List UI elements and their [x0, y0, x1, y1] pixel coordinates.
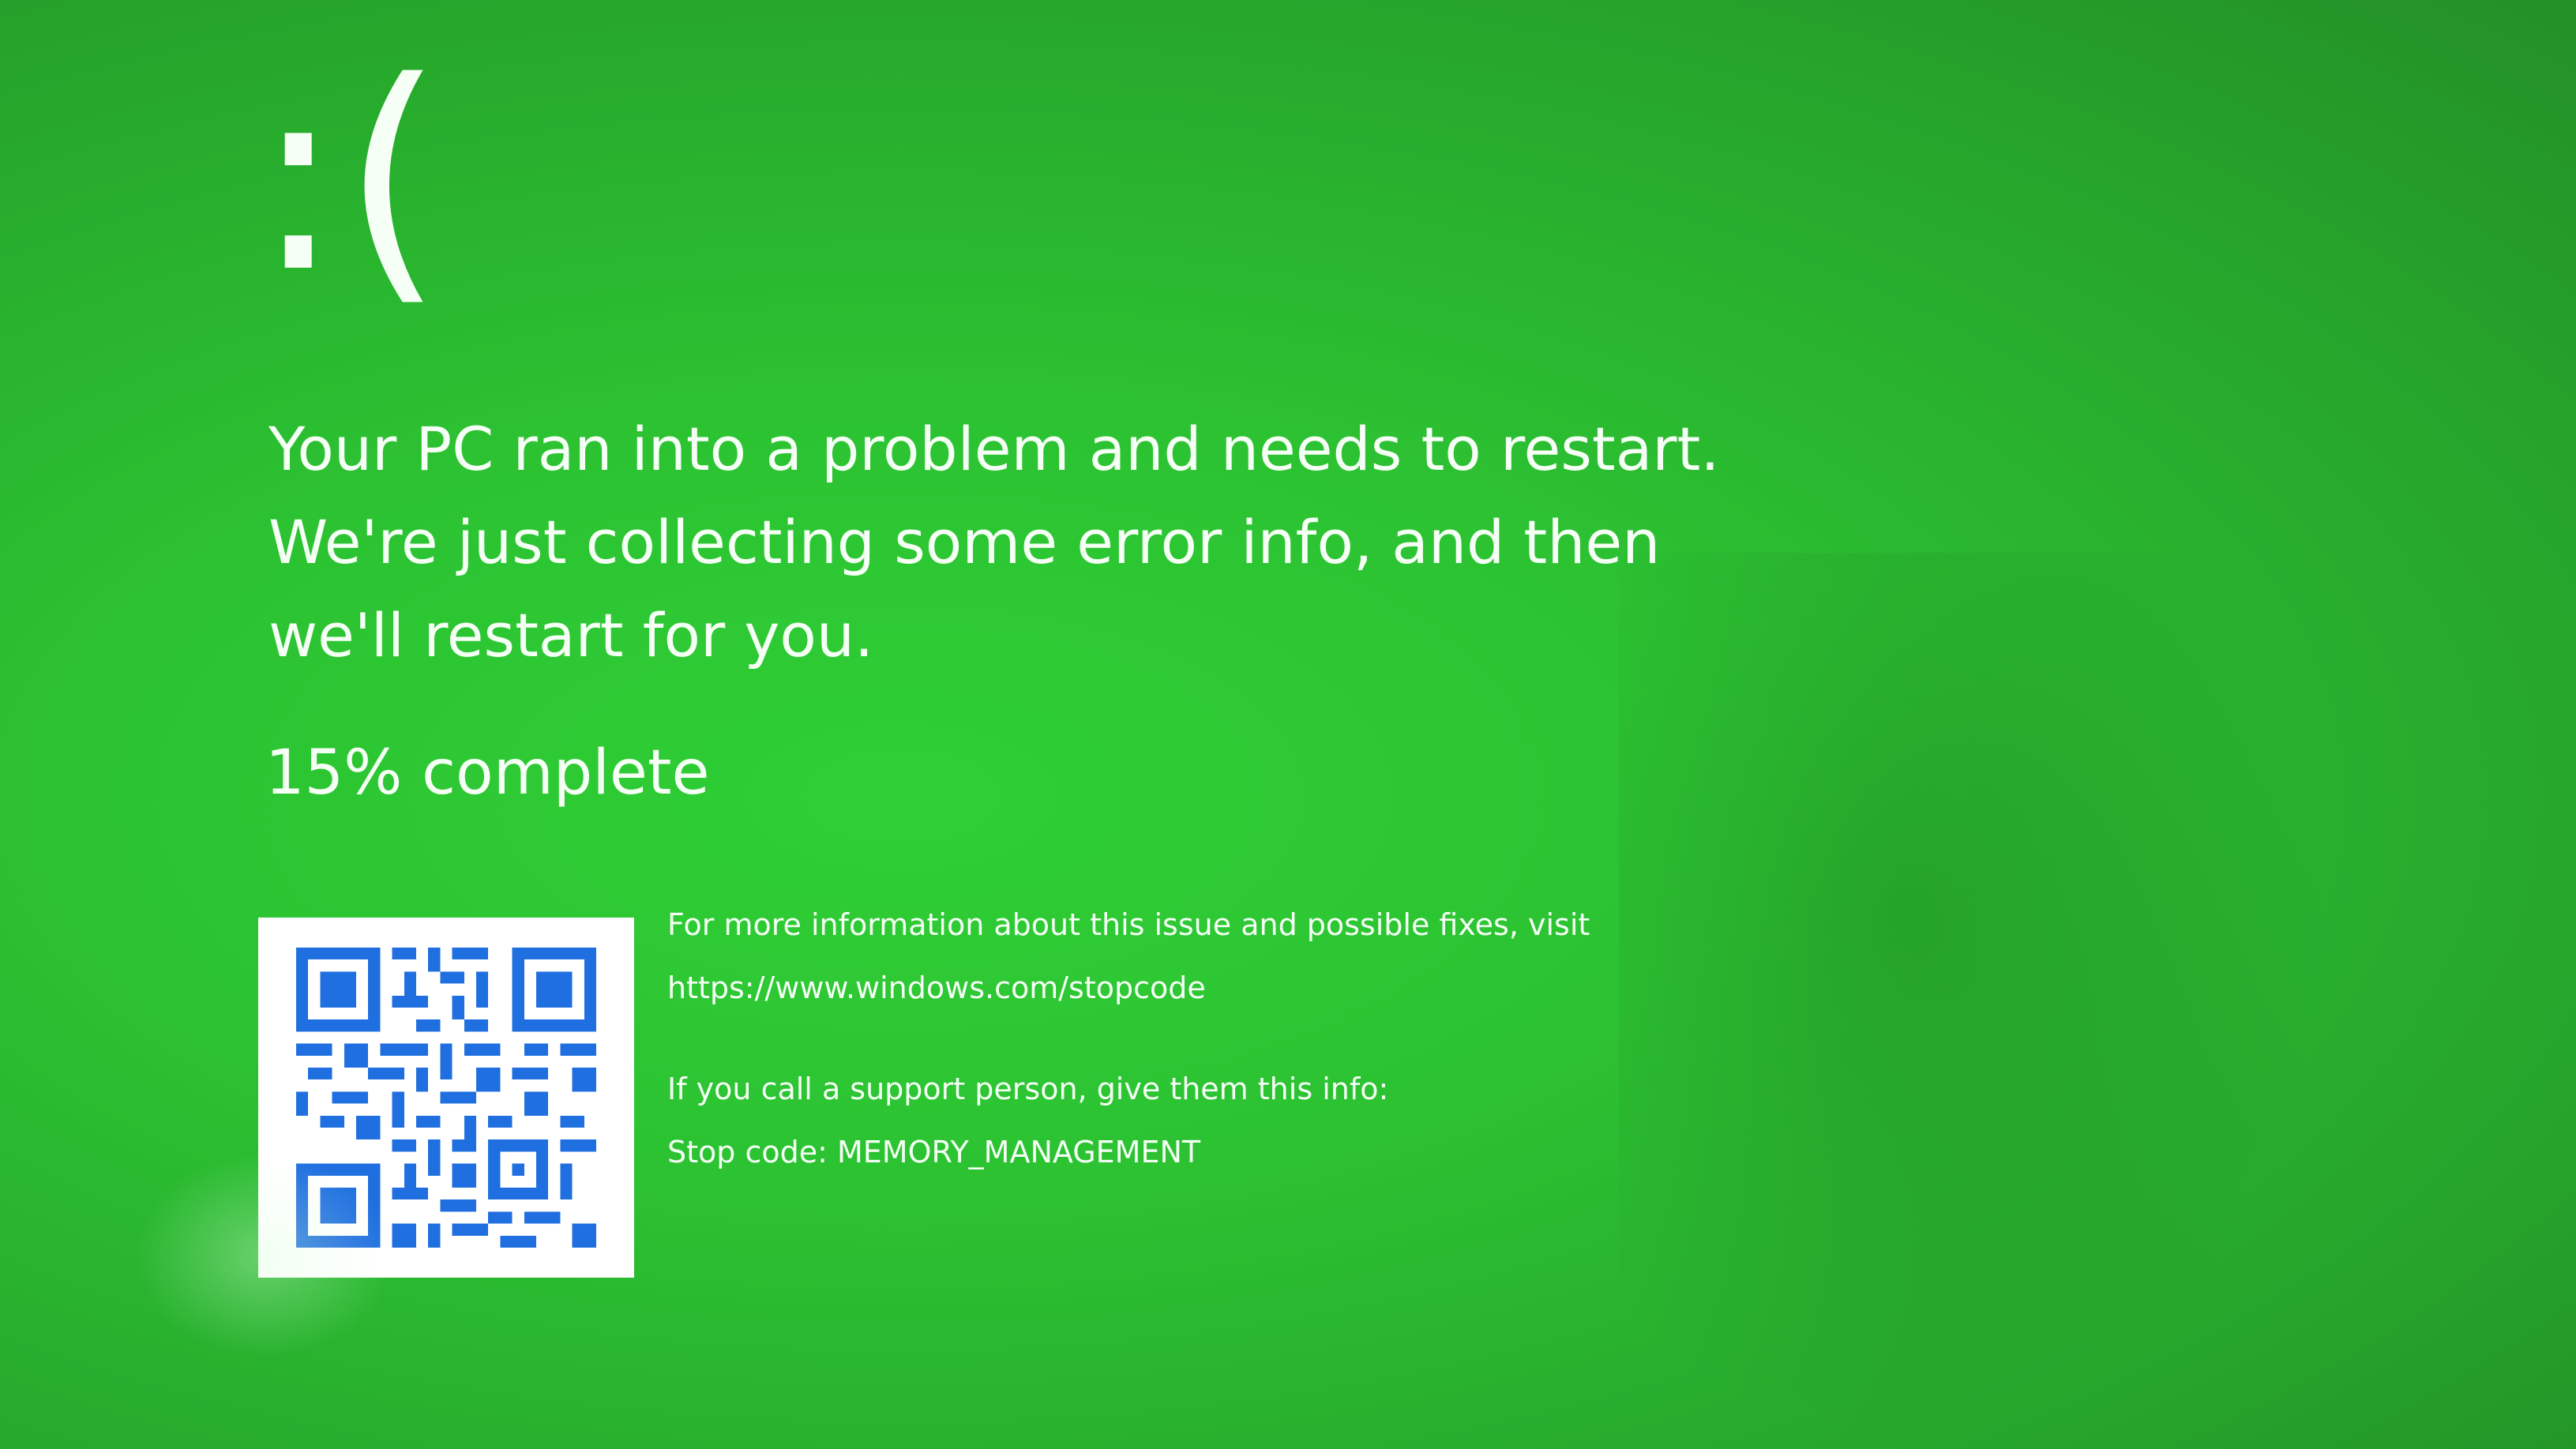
green-screen-of-death: :( Your PC ran into a problem and needs …	[0, 0, 2576, 1449]
stop-code: Stop code: MEMORY_MANAGEMENT	[667, 1135, 1201, 1169]
screen-glare	[134, 1153, 395, 1358]
frown-emoticon: :(	[254, 26, 444, 329]
support-text: If you call a support person, give them …	[667, 1072, 1389, 1106]
stopcode-url[interactable]: https://www.windows.com/stopcode	[667, 973, 1206, 1003]
error-message: Your PC ran into a problem and needs to …	[268, 414, 1720, 670]
info-text: For more information about this issue an…	[667, 907, 1590, 942]
reflection-shadow	[1619, 553, 2330, 1449]
progress-text: 15% complete	[265, 738, 710, 809]
